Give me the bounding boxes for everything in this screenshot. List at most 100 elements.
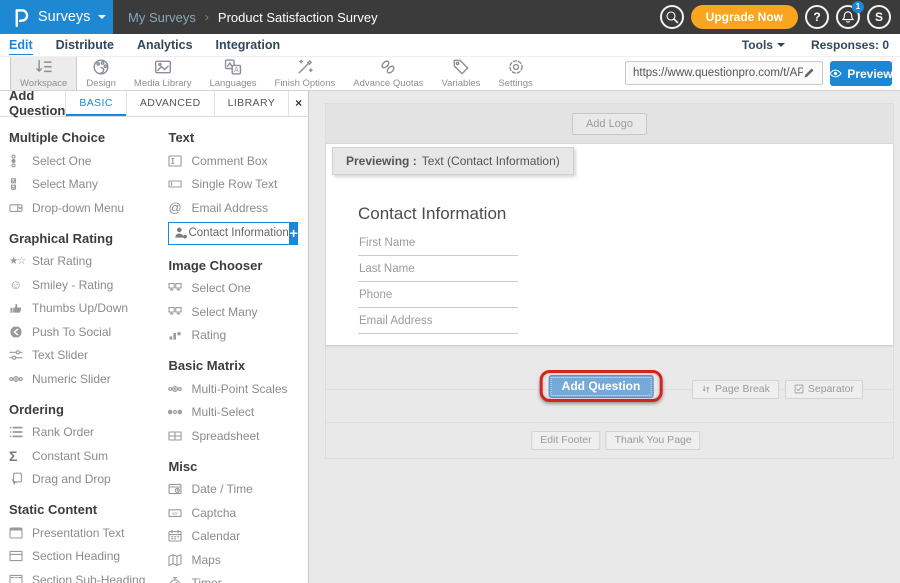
toolbar-finish-options[interactable]: Finish Options bbox=[266, 56, 345, 90]
question-type-presentation-text[interactable]: Presentation Text bbox=[9, 521, 168, 545]
toolbar-media-library[interactable]: Media Library bbox=[125, 56, 201, 90]
nav-tab-integration[interactable]: Integration bbox=[216, 36, 281, 55]
selected-question-type-box[interactable]: Contact Information+ bbox=[168, 222, 298, 245]
questionpro-survey-editor: Surveys My Surveys › Product Satisfactio… bbox=[0, 0, 900, 583]
question-type-label: Rating bbox=[191, 328, 226, 342]
form-field-phone[interactable]: Phone bbox=[358, 289, 518, 308]
question-type-label: Calendar bbox=[191, 529, 240, 543]
pencil-icon bbox=[803, 67, 815, 79]
question-type-push-to-social[interactable]: Push To Social bbox=[9, 320, 168, 344]
question-type-label: Contact Information bbox=[188, 227, 288, 239]
form-field-first-name[interactable]: First Name bbox=[358, 237, 518, 256]
preview-button[interactable]: Preview bbox=[830, 61, 892, 86]
edit-footer-button[interactable]: Edit Footer bbox=[531, 431, 600, 450]
breadcrumb-my-surveys[interactable]: My Surveys bbox=[128, 10, 196, 25]
form-title: Contact Information bbox=[358, 204, 518, 224]
question-type-text-slider[interactable]: Text Slider bbox=[9, 344, 168, 368]
upgrade-now-button[interactable]: Upgrade Now bbox=[691, 5, 798, 29]
product-menu[interactable]: Surveys bbox=[0, 0, 113, 34]
question-type-timer[interactable]: Timer bbox=[168, 572, 308, 583]
page-break-label: Page Break bbox=[715, 383, 770, 395]
help-button[interactable]: ? bbox=[805, 5, 829, 29]
toolbar-variables[interactable]: Variables bbox=[433, 56, 490, 90]
logo-band: Add Logo bbox=[326, 104, 893, 144]
search-icon bbox=[665, 10, 679, 24]
question-type-date-time[interactable]: Date / Time bbox=[168, 478, 308, 502]
question-type-label: Select One bbox=[191, 281, 250, 295]
question-type-maps[interactable]: Maps bbox=[168, 548, 308, 572]
question-type-label: Spreadsheet bbox=[191, 429, 259, 443]
question-type-drag-and-drop[interactable]: Drag and Drop bbox=[9, 468, 168, 492]
question-type-smiley-rating[interactable]: ☺Smiley - Rating bbox=[9, 273, 168, 297]
close-panel-button[interactable]: × bbox=[288, 90, 308, 116]
question-type-captcha[interactable]: scrCaptcha bbox=[168, 501, 308, 525]
question-type-select-many[interactable]: Select Many bbox=[9, 173, 168, 197]
question-type-rank-order[interactable]: Rank Order bbox=[9, 421, 168, 445]
section-heading-icon bbox=[9, 549, 32, 563]
slider-icon bbox=[9, 348, 32, 362]
search-button[interactable] bbox=[660, 5, 684, 29]
edit-url-button[interactable] bbox=[803, 67, 815, 79]
question-type-select-one[interactable]: Select One bbox=[9, 149, 168, 173]
question-type-numeric-slider[interactable]: Numeric Slider bbox=[9, 367, 168, 391]
question-type-spreadsheet[interactable]: Spreadsheet bbox=[168, 424, 308, 448]
question-type-label: Maps bbox=[191, 553, 220, 567]
nav-tab-edit[interactable]: Edit bbox=[9, 36, 33, 55]
toolbar-advance-quotas[interactable]: Advance Quotas bbox=[344, 56, 432, 90]
avatar[interactable]: S bbox=[867, 5, 891, 29]
question-type-constant-sum[interactable]: ΣConstant Sum bbox=[9, 444, 168, 468]
finish-options-icon bbox=[296, 58, 314, 76]
form-field-email-address[interactable]: Email Address bbox=[358, 315, 518, 334]
question-type-select-many[interactable]: Select Many bbox=[168, 300, 308, 324]
share-icon bbox=[9, 325, 32, 339]
panel-tabs: BASICADVANCEDLIBRARY bbox=[65, 90, 288, 116]
group-heading: Multiple Choice bbox=[9, 130, 168, 145]
toolbar-item-label: Languages bbox=[209, 78, 256, 89]
toolbar-design[interactable]: Design bbox=[77, 56, 125, 90]
question-type-star-rating[interactable]: ★☆Star Rating bbox=[9, 250, 168, 274]
toolbar-item-label: Workspace bbox=[20, 78, 67, 89]
separator-icon bbox=[794, 384, 804, 394]
question-type-multi-select[interactable]: Multi-Select bbox=[168, 401, 308, 425]
preview-label: Preview bbox=[847, 67, 892, 81]
nav-tab-analytics[interactable]: Analytics bbox=[137, 36, 193, 55]
question-type-section-heading[interactable]: Section Heading bbox=[9, 545, 168, 569]
question-type-label: Constant Sum bbox=[32, 449, 108, 463]
panel-header: Add Question BASICADVANCEDLIBRARY × bbox=[0, 90, 308, 117]
tools-menu[interactable]: Tools bbox=[742, 38, 785, 52]
panel-tab-basic[interactable]: BASIC bbox=[65, 90, 126, 116]
add-logo-button[interactable]: Add Logo bbox=[572, 113, 647, 135]
add-selected-question-button[interactable]: + bbox=[289, 222, 299, 245]
panel-tab-advanced[interactable]: ADVANCED bbox=[126, 90, 214, 116]
question-type-calendar[interactable]: Calendar bbox=[168, 525, 308, 549]
breadcrumb-separator: › bbox=[205, 10, 209, 24]
add-question-button[interactable]: Add Question bbox=[549, 375, 654, 398]
form-field-last-name[interactable]: Last Name bbox=[358, 263, 518, 282]
question-type-drop-down-menu[interactable]: Drop-down Menu bbox=[9, 196, 168, 220]
notifications-button[interactable]: 1 bbox=[836, 5, 860, 29]
question-type-multi-point-scales[interactable]: Multi-Point Scales bbox=[168, 377, 308, 401]
question-type-single-row-text[interactable]: Single Row Text bbox=[168, 173, 308, 197]
page-break-button[interactable]: Page Break bbox=[692, 380, 779, 399]
toolbar-settings[interactable]: Settings bbox=[489, 56, 541, 90]
spreadsheet-icon bbox=[168, 429, 191, 443]
image-pair-icon bbox=[168, 281, 191, 295]
top-bar: Surveys My Surveys › Product Satisfactio… bbox=[0, 0, 900, 34]
section-subheading-icon bbox=[9, 573, 32, 583]
question-type-contact-information[interactable]: Contact Information+ bbox=[168, 220, 308, 247]
toolbar-languages[interactable]: ALanguages bbox=[200, 56, 265, 90]
survey-url-field[interactable]: https://www.questionpro.com/t/AP53kZgUI bbox=[625, 61, 823, 85]
toolbar-workspace[interactable]: Workspace bbox=[10, 56, 77, 90]
question-type-thumbs-up-down[interactable]: Thumbs Up/Down bbox=[9, 297, 168, 321]
responses-count-link[interactable]: Responses: 0 bbox=[811, 38, 889, 52]
separator-button[interactable]: Separator bbox=[785, 380, 863, 399]
question-type-rating[interactable]: Rating bbox=[168, 324, 308, 348]
nav-tab-distribute[interactable]: Distribute bbox=[56, 36, 114, 55]
question-type-select-one[interactable]: Select One bbox=[168, 277, 308, 301]
question-type-email-address[interactable]: @Email Address bbox=[168, 196, 308, 220]
thank-you-page-button[interactable]: Thank You Page bbox=[606, 431, 701, 450]
add-question-panel: Add Question BASICADVANCEDLIBRARY × Mult… bbox=[0, 90, 309, 583]
question-type-comment-box[interactable]: Comment Box bbox=[168, 149, 308, 173]
panel-tab-library[interactable]: LIBRARY bbox=[214, 90, 289, 116]
question-type-section-sub-heading[interactable]: Section Sub-Heading bbox=[9, 568, 168, 583]
